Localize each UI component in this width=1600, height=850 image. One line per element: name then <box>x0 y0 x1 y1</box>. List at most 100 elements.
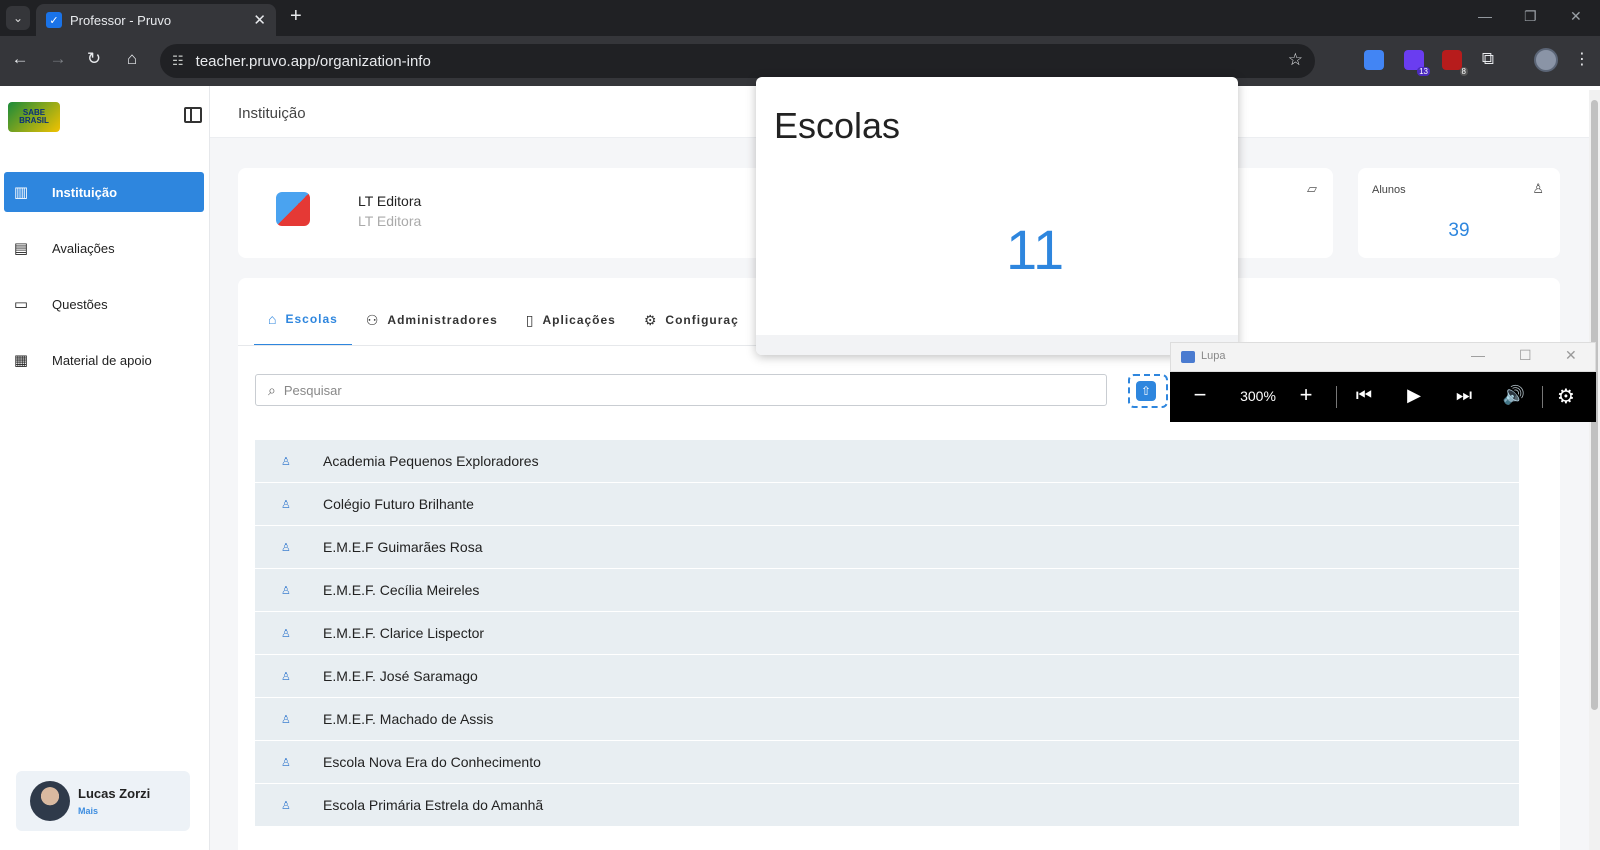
search-field[interactable]: ⌕ <box>255 374 1107 406</box>
minimize-window-icon[interactable]: — <box>1478 8 1492 24</box>
school-name: E.M.E.F. Machado de Assis <box>323 711 494 727</box>
read-from-pointer-icon[interactable]: 🔊 <box>1500 385 1528 406</box>
gear-icon: ⚙ <box>643 311 658 328</box>
tab-administradores[interactable]: ⚇ Administradores <box>352 294 512 346</box>
sidebar-item-label: Avaliações <box>52 240 115 256</box>
sidebar-item-label: Material de apoio <box>52 352 152 368</box>
sidebar-item-label: Instituição <box>52 184 118 200</box>
school-icon: ♙ <box>281 498 291 511</box>
school-icon: ♙ <box>281 455 291 468</box>
sidebar-item-questoes[interactable]: ▭ Questões <box>4 284 204 324</box>
clipboard-icon: ▯ <box>525 311 535 328</box>
tab-close-icon[interactable]: ✕ <box>253 11 266 29</box>
list-item[interactable]: ♙ Escola Primária Estrela do Amanhã <box>255 784 1519 827</box>
reload-icon[interactable]: ↻ <box>82 49 106 69</box>
site-info-icon[interactable]: ☷ <box>172 53 184 69</box>
organization-card: LT Editora LT Editora <box>238 168 778 258</box>
restore-window-icon[interactable]: ❐ <box>1524 8 1537 25</box>
extension-icon[interactable]: 13 <box>1404 50 1430 76</box>
lupa-separator <box>1542 386 1543 408</box>
tab-title: Professor - Pruvo <box>70 12 172 28</box>
import-button[interactable]: ⇧ <box>1128 374 1168 408</box>
list-item[interactable]: ♙ E.M.E.F. Clarice Lispector <box>255 612 1519 655</box>
list-item[interactable]: ♙ E.M.E.F. Machado de Assis <box>255 698 1519 741</box>
comment-icon: ▭ <box>13 296 29 313</box>
forward-arrow-icon[interactable]: → <box>46 49 70 69</box>
lupa-title: Lupa <box>1201 350 1226 362</box>
address-bar[interactable]: ☷ teacher.pruvo.app/organization-info ☆ <box>160 44 1315 78</box>
tab-label: Configuraç <box>665 313 739 327</box>
school-icon: ♙ <box>281 670 291 683</box>
sidebar-item-avaliacoes[interactable]: ▤ Avaliações <box>4 228 204 268</box>
avatar <box>30 781 70 821</box>
magnifier-view: Escolas 11 <box>756 77 1238 355</box>
lupa-minimize-icon[interactable]: — <box>1471 347 1485 363</box>
school-icon: ♙ <box>281 541 291 554</box>
tab-aplicacoes[interactable]: ▯ Aplicações <box>512 294 630 346</box>
magnified-title: Escolas <box>774 105 901 146</box>
tab-label: Escolas <box>285 312 338 326</box>
skip-back-icon[interactable]: ⏮ <box>1350 385 1378 406</box>
list-item[interactable]: ♙ Escola Nova Era do Conhecimento <box>255 741 1519 784</box>
school-name: E.M.E.F Guimarães Rosa <box>323 539 483 555</box>
ublock-icon[interactable]: 8 <box>1442 50 1468 76</box>
pruvo-favicon-icon: ✓ <box>46 12 62 28</box>
translate-extension-icon[interactable] <box>1364 50 1384 70</box>
stat-label: Alunos <box>1372 184 1406 196</box>
url-text[interactable]: teacher.pruvo.app/organization-info <box>196 53 431 70</box>
organization-logo <box>276 192 310 226</box>
search-icon: ⌕ <box>268 381 276 398</box>
new-tab-button[interactable]: + <box>290 5 302 28</box>
chalkboard-icon: ▱ <box>1307 181 1317 196</box>
user-gear-icon: ⚇ <box>365 311 380 328</box>
home-icon[interactable]: ⌂ <box>120 49 144 69</box>
lupa-app-icon <box>1181 351 1195 363</box>
list-item[interactable]: ♙ E.M.E.F Guimarães Rosa <box>255 526 1519 569</box>
back-arrow-icon[interactable]: ← <box>8 49 32 69</box>
tab-search-button[interactable]: ⌄ <box>6 6 30 30</box>
profile-avatar[interactable] <box>1534 48 1558 72</box>
sabe-brasil-logo[interactable]: SABE BRASIL <box>8 102 60 132</box>
sidebar-collapse-icon[interactable] <box>184 107 202 123</box>
close-window-icon[interactable]: ✕ <box>1570 8 1582 25</box>
play-icon[interactable]: ▶ <box>1400 385 1428 406</box>
school-name: Escola Nova Era do Conhecimento <box>323 754 541 770</box>
sidebar-item-material-de-apoio[interactable]: ▦ Material de apoio <box>4 340 204 380</box>
user-more-link[interactable]: Mais <box>78 806 98 816</box>
layout-icon: ▦ <box>13 352 29 369</box>
zoom-in-icon[interactable]: + <box>1292 382 1320 408</box>
skip-forward-icon[interactable]: ⏭ <box>1450 385 1478 406</box>
lupa-toolbar: − 300% + ⏮ ▶ ⏭ 🔊 ⚙ <box>1170 372 1596 422</box>
list-item[interactable]: ♙ E.M.E.F. Cecília Meireles <box>255 569 1519 612</box>
lupa-close-icon[interactable]: ✕ <box>1565 347 1577 364</box>
extensions-puzzle-icon[interactable]: ⧉ <box>1476 49 1500 69</box>
browser-tab[interactable]: ✓ Professor - Pruvo ✕ <box>36 4 276 36</box>
lupa-titlebar[interactable]: Lupa — ☐ ✕ <box>1170 342 1596 372</box>
organization-subtitle: LT Editora <box>358 213 422 229</box>
user-card[interactable]: Lucas Zorzi Mais <box>16 771 190 831</box>
upload-icon: ⇧ <box>1136 381 1156 401</box>
school-name: Escola Primária Estrela do Amanhã <box>323 797 544 813</box>
school-name: Colégio Futuro Brilhante <box>323 496 474 512</box>
school-name: E.M.E.F. José Saramago <box>323 668 478 684</box>
sidebar-item-instituicao[interactable]: ▥ Instituição <box>4 172 204 212</box>
settings-gear-icon[interactable]: ⚙ <box>1552 384 1580 409</box>
extension-badge: 8 <box>1459 67 1468 76</box>
school-icon: ♙ <box>281 627 291 640</box>
home-icon: ⌂ <box>268 311 278 327</box>
list-item[interactable]: ♙ Academia Pequenos Exploradores <box>255 440 1519 483</box>
lupa-separator <box>1336 386 1337 408</box>
list-item[interactable]: ♙ Colégio Futuro Brilhante <box>255 483 1519 526</box>
browser-menu-icon[interactable]: ⋮ <box>1574 49 1590 69</box>
search-input[interactable] <box>283 382 1064 398</box>
extension-badge: 13 <box>1417 67 1430 76</box>
document-icon: ▤ <box>13 240 29 257</box>
bookmark-star-icon[interactable]: ☆ <box>1288 50 1303 70</box>
lupa-maximize-icon[interactable]: ☐ <box>1519 347 1532 364</box>
list-item[interactable]: ♙ E.M.E.F. José Saramago <box>255 655 1519 698</box>
zoom-out-icon[interactable]: − <box>1186 382 1214 408</box>
tab-configuracoes[interactable]: ⚙ Configuraç <box>630 294 753 346</box>
page-scrollbar[interactable] <box>1589 90 1600 850</box>
tab-escolas[interactable]: ⌂ Escolas <box>254 294 352 346</box>
sidebar: SABE BRASIL ▥ Instituição ▤ Avaliações ▭… <box>0 86 210 850</box>
